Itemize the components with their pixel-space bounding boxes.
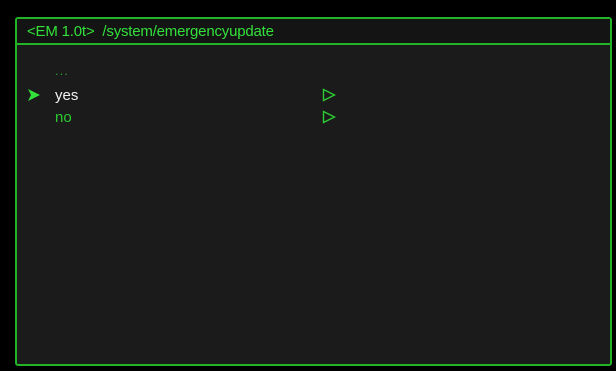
parent-label: ... [55,63,69,78]
play-outline-icon [322,88,336,102]
title-bar: <EM 1.0t> /system/emergencyupdate [17,19,610,45]
menu-item-no[interactable]: no [17,107,610,129]
screen: <EM 1.0t> /system/emergencyupdate ... ye… [0,0,616,371]
menu-item-parent[interactable]: ... [17,63,610,85]
play-outline-icon [322,110,336,124]
menu-window: <EM 1.0t> /system/emergencyupdate ... ye… [15,17,612,366]
menu-list: ... yes no [17,63,610,129]
path-label: /system/emergencyupdate [102,22,274,40]
menu-item-yes[interactable]: yes [17,85,610,107]
version-label: <EM 1.0t> [27,22,95,40]
menu-item-label: no [55,109,72,126]
selection-arrow-icon [28,89,40,101]
menu-item-label: yes [55,87,79,104]
